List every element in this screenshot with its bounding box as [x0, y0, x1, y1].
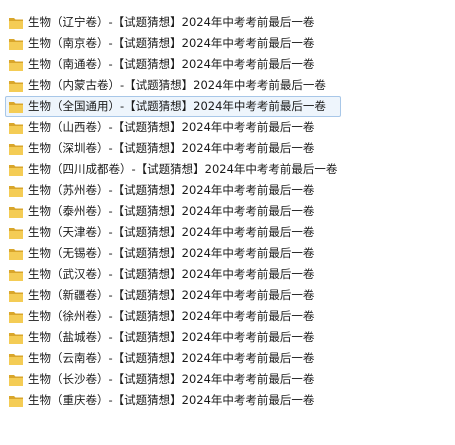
folder-label: 生物（全国通用）-【试题猜想】2024年中考考前最后一卷 [28, 99, 326, 113]
list-item[interactable]: 生物（山西卷）-【试题猜想】2024年中考考前最后一卷 [5, 117, 453, 138]
folder-label: 生物（徐州卷）-【试题猜想】2024年中考考前最后一卷 [28, 309, 315, 323]
folder-label: 生物（无锡卷）-【试题猜想】2024年中考考前最后一卷 [28, 246, 315, 260]
list-item[interactable]: 生物（武汉卷）-【试题猜想】2024年中考考前最后一卷 [5, 264, 453, 285]
list-item[interactable]: 生物（内蒙古卷）-【试题猜想】2024年中考考前最后一卷 [5, 75, 453, 96]
folder-icon [9, 185, 23, 197]
folder-label: 生物（盐城卷）-【试题猜想】2024年中考考前最后一卷 [28, 330, 315, 344]
folder-icon [9, 227, 23, 239]
folder-label: 生物（长沙卷）-【试题猜想】2024年中考考前最后一卷 [28, 372, 315, 386]
list-item[interactable]: 生物（苏州卷）-【试题猜想】2024年中考考前最后一卷 [5, 180, 453, 201]
folder-label: 生物（山西卷）-【试题猜想】2024年中考考前最后一卷 [28, 120, 315, 134]
list-item[interactable]: 生物（云南卷）-【试题猜想】2024年中考考前最后一卷 [5, 348, 453, 369]
folder-label: 生物（四川成都卷）-【试题猜想】2024年中考考前最后一卷 [28, 162, 338, 176]
folder-label: 生物（南通卷）-【试题猜想】2024年中考考前最后一卷 [28, 57, 315, 71]
folder-icon [9, 143, 23, 155]
folder-label: 生物（深圳卷）-【试题猜想】2024年中考考前最后一卷 [28, 141, 315, 155]
list-item[interactable]: 生物（重庆卷）-【试题猜想】2024年中考考前最后一卷 [5, 390, 453, 411]
folder-icon [9, 311, 23, 323]
folder-icon [9, 374, 23, 386]
list-item-selected[interactable]: 生物（全国通用）-【试题猜想】2024年中考考前最后一卷 [5, 96, 341, 117]
folder-label: 生物（天津卷）-【试题猜想】2024年中考考前最后一卷 [28, 225, 315, 239]
list-item[interactable]: 生物（南京卷）-【试题猜想】2024年中考考前最后一卷 [5, 33, 453, 54]
folder-label: 生物（重庆卷）-【试题猜想】2024年中考考前最后一卷 [28, 393, 315, 407]
folder-icon [9, 269, 23, 281]
list-item[interactable]: 生物（南通卷）-【试题猜想】2024年中考考前最后一卷 [5, 54, 453, 75]
folder-icon [9, 332, 23, 344]
folder-icon [9, 248, 23, 260]
folder-icon [9, 59, 23, 71]
list-item[interactable]: 生物（泰州卷）-【试题猜想】2024年中考考前最后一卷 [5, 201, 453, 222]
folder-label: 生物（泰州卷）-【试题猜想】2024年中考考前最后一卷 [28, 204, 315, 218]
list-item[interactable]: 生物（天津卷）-【试题猜想】2024年中考考前最后一卷 [5, 222, 453, 243]
folder-icon [9, 290, 23, 302]
list-item[interactable]: 生物（盐城卷）-【试题猜想】2024年中考考前最后一卷 [5, 327, 453, 348]
folder-icon [9, 122, 23, 134]
folder-label: 生物（苏州卷）-【试题猜想】2024年中考考前最后一卷 [28, 183, 315, 197]
folder-label: 生物（云南卷）-【试题猜想】2024年中考考前最后一卷 [28, 351, 315, 365]
list-item[interactable]: 生物（长沙卷）-【试题猜想】2024年中考考前最后一卷 [5, 369, 453, 390]
list-item[interactable]: 生物（无锡卷）-【试题猜想】2024年中考考前最后一卷 [5, 243, 453, 264]
folder-icon [9, 206, 23, 218]
folder-label: 生物（辽宁卷）-【试题猜想】2024年中考考前最后一卷 [28, 15, 315, 29]
folder-icon [9, 17, 23, 29]
folder-icon [9, 353, 23, 365]
folder-label: 生物（新疆卷）-【试题猜想】2024年中考考前最后一卷 [28, 288, 315, 302]
folder-list: 生物（辽宁卷）-【试题猜想】2024年中考考前最后一卷 生物（南京卷）-【试题猜… [5, 12, 453, 411]
folder-label: 生物（武汉卷）-【试题猜想】2024年中考考前最后一卷 [28, 267, 315, 281]
list-item[interactable]: 生物（四川成都卷）-【试题猜想】2024年中考考前最后一卷 [5, 159, 453, 180]
folder-icon [9, 38, 23, 50]
folder-icon [9, 80, 23, 92]
list-item[interactable]: 生物（深圳卷）-【试题猜想】2024年中考考前最后一卷 [5, 138, 453, 159]
list-item[interactable]: 生物（徐州卷）-【试题猜想】2024年中考考前最后一卷 [5, 306, 453, 327]
list-item[interactable]: 生物（辽宁卷）-【试题猜想】2024年中考考前最后一卷 [5, 12, 453, 33]
folder-icon [9, 101, 23, 113]
list-item[interactable]: 生物（新疆卷）-【试题猜想】2024年中考考前最后一卷 [5, 285, 453, 306]
folder-icon [9, 395, 23, 407]
folder-label: 生物（南京卷）-【试题猜想】2024年中考考前最后一卷 [28, 36, 315, 50]
folder-label: 生物（内蒙古卷）-【试题猜想】2024年中考考前最后一卷 [28, 78, 326, 92]
folder-icon [9, 164, 23, 176]
